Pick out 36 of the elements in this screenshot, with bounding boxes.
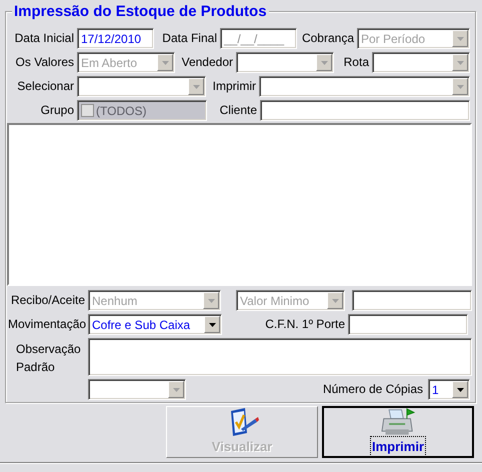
caret-icon — [456, 388, 464, 392]
text-field[interactable] — [348, 314, 468, 335]
form-title: Impressão do Estoque de Produtos — [12, 4, 269, 20]
field-label: Data Final — [161, 30, 218, 47]
caret-icon — [456, 36, 464, 40]
field-label: Movimentação — [8, 316, 88, 333]
text-field[interactable]: 17/12/2010 — [77, 28, 154, 49]
field-label: Grupo — [40, 102, 75, 119]
field-label: Selecionar — [16, 78, 75, 95]
text-field[interactable] — [260, 100, 470, 121]
caret-icon — [208, 322, 216, 326]
field-label: Imprimir — [212, 78, 257, 95]
field-label: Vendedor — [180, 54, 234, 71]
field-label: Número de Cópias — [322, 381, 424, 398]
caret-icon — [192, 84, 200, 88]
field-label: Observação Padrão — [15, 341, 82, 376]
text-field[interactable]: __/__/____ — [220, 28, 297, 49]
caret-icon — [320, 60, 328, 64]
field-label: Rota — [342, 54, 370, 71]
field-label: Recibo/Aceite — [10, 292, 86, 309]
field-label: Cliente — [218, 102, 258, 119]
caret-icon — [456, 60, 464, 64]
text-area[interactable] — [88, 338, 472, 376]
caret-icon — [208, 298, 214, 302]
field-label: Data Inicial — [14, 30, 75, 47]
caret-icon — [332, 298, 338, 302]
dialog-button[interactable]: Imprimir — [322, 406, 474, 458]
field-label: Os Valores — [14, 54, 75, 71]
dropdown[interactable]: Cofre e Sub Caixa — [88, 314, 222, 335]
dropdown[interactable]: 1 — [428, 379, 470, 400]
caret-icon — [162, 60, 168, 64]
field-label: C.F.N. 1º Porte — [264, 316, 346, 333]
text-field[interactable] — [352, 290, 472, 311]
caret-icon — [456, 84, 464, 88]
field-label: Cobrança — [300, 30, 355, 47]
caret-icon — [172, 388, 180, 392]
